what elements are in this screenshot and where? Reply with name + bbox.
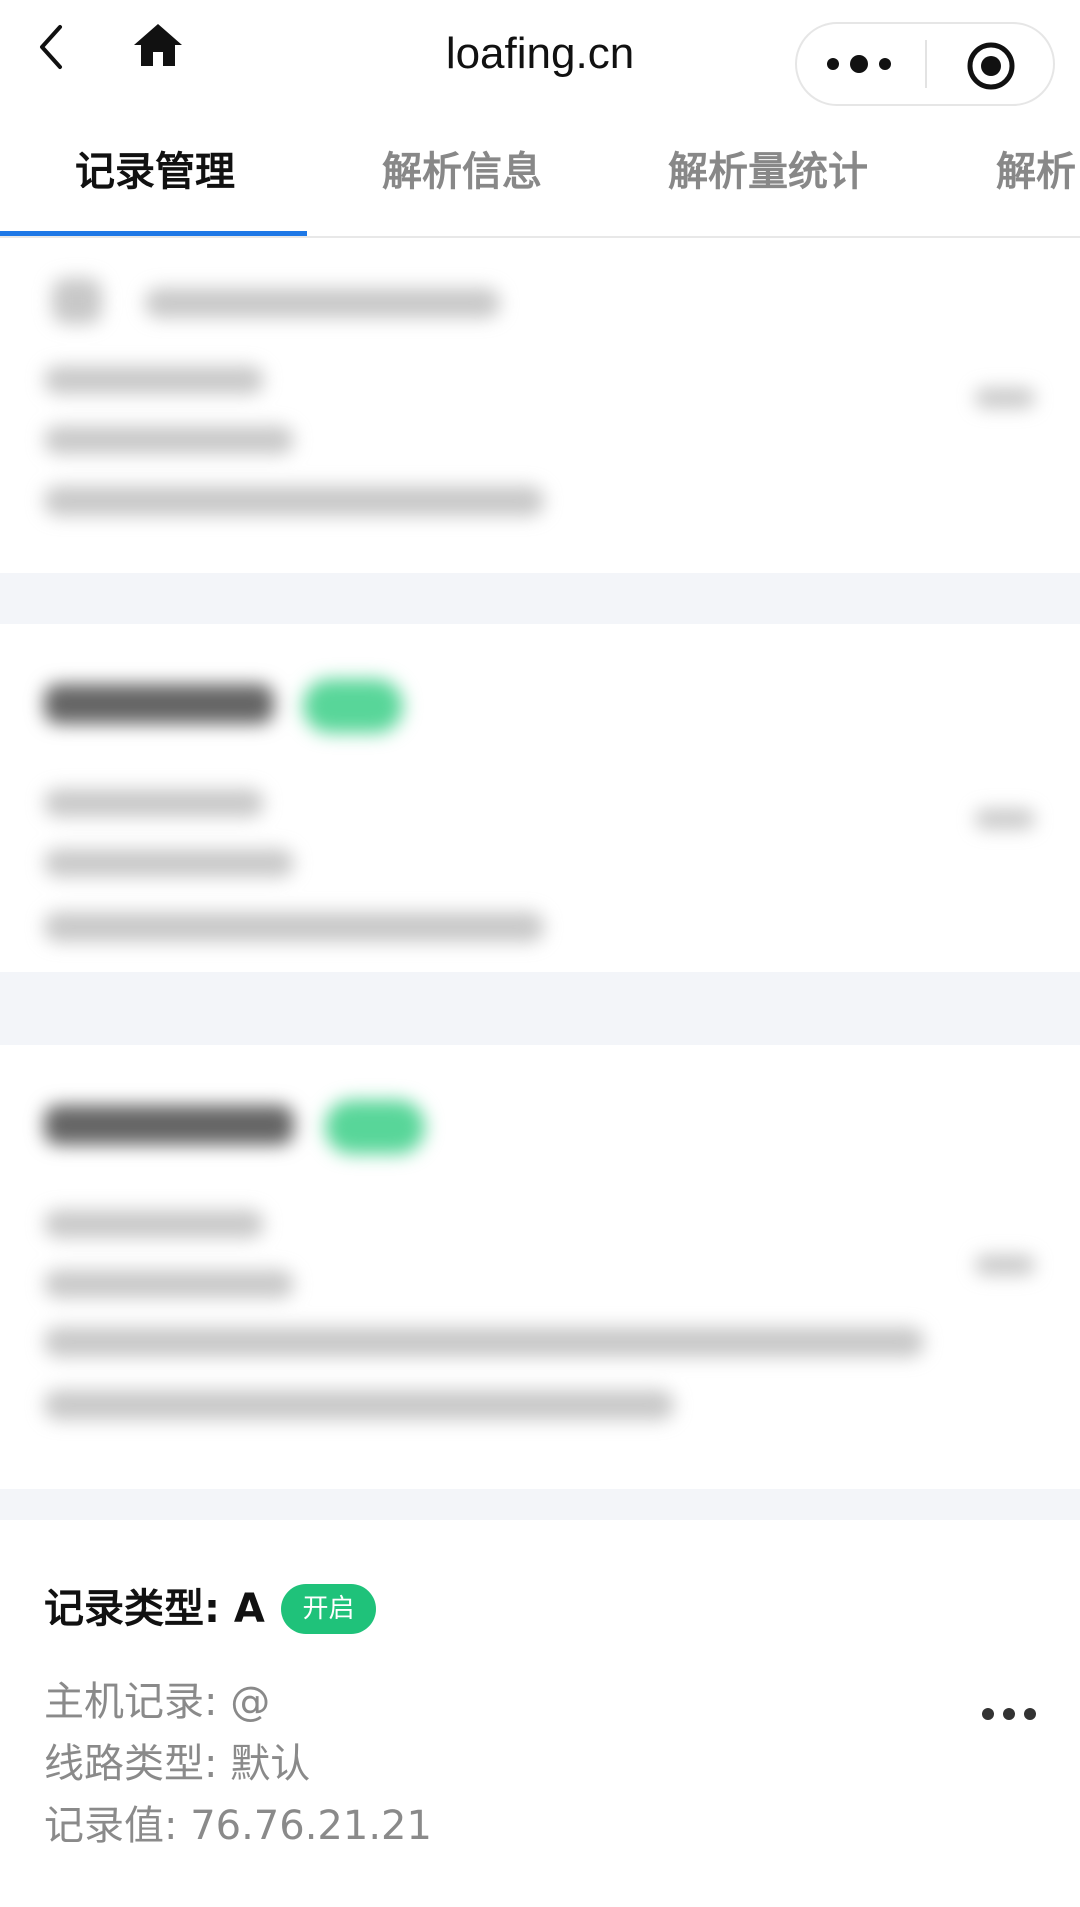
status-badge: 开启	[281, 1584, 376, 1634]
home-icon[interactable]	[130, 18, 186, 74]
more-dots-icon[interactable]	[819, 36, 903, 92]
obscured-content	[0, 1045, 1080, 1489]
tab-resolve-info[interactable]: 解析信息	[382, 142, 542, 202]
record-card-obscured	[0, 238, 1080, 573]
target-circle-icon[interactable]	[965, 40, 1017, 92]
record-card-obscured	[0, 624, 1080, 972]
tab-resolve-stats[interactable]: 解析量统计	[668, 142, 868, 202]
obscured-content	[0, 238, 1080, 573]
mini-program-capsule	[795, 22, 1055, 106]
active-tab-indicator	[0, 231, 307, 236]
chevron-left-icon[interactable]	[28, 18, 88, 78]
host-record-text: 主机记录: @	[44, 1679, 271, 1725]
more-horizontal-icon[interactable]	[980, 1702, 1038, 1726]
capsule-divider	[925, 40, 927, 88]
navigation-bar: loafing.cn	[0, 0, 1080, 112]
record-type-label: 记录类型: A	[44, 1586, 265, 1632]
record-card-obscured	[0, 1045, 1080, 1489]
tab-resolve-more[interactable]: 解析	[996, 142, 1076, 202]
tab-bar: 记录管理 解析信息 解析量统计 解析	[0, 112, 1080, 239]
obscured-content	[0, 624, 1080, 972]
line-type-text: 线路类型: 默认	[44, 1741, 311, 1787]
page-title: loafing.cn	[445, 29, 635, 78]
tab-record-management[interactable]: 记录管理	[75, 142, 235, 202]
record-value-text: 记录值: 76.76.21.21	[44, 1803, 432, 1849]
